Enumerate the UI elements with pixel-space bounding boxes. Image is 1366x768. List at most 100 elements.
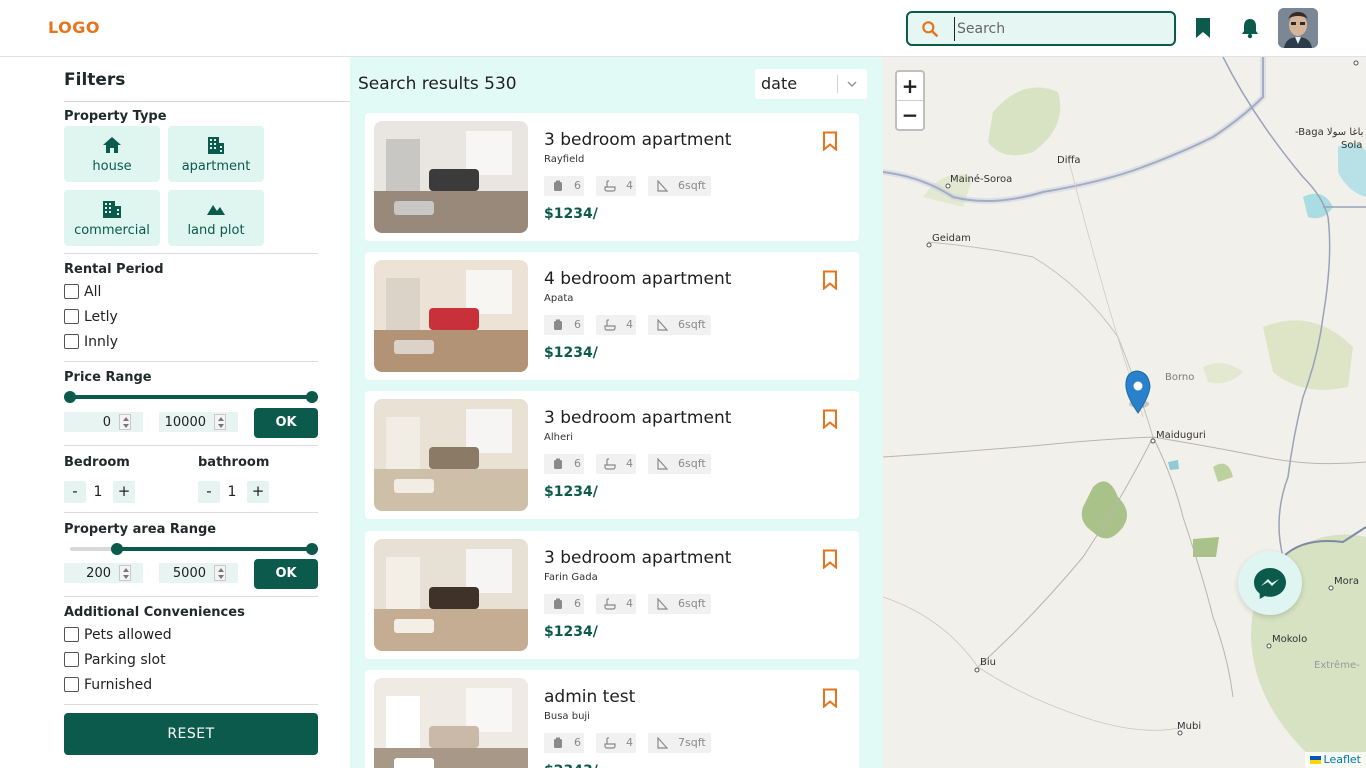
property-price: $1234/ [544,484,598,500]
price-min-input[interactable]: 0 [64,412,143,432]
bookmark-icon[interactable] [822,131,838,151]
bedrooms-badge: 6 [544,454,584,474]
map-attribution[interactable]: Leaflet [1304,752,1366,768]
property-card[interactable]: 3 bedroom apartment Rayfield 6 4 6sqft $… [365,113,859,241]
bathroom-value: 1 [227,484,237,500]
property-image[interactable] [374,260,528,372]
bedroom-minus-button[interactable]: - [64,481,86,503]
divider [64,512,318,513]
area-range-slider[interactable] [117,547,312,551]
area-max-handle[interactable] [306,543,318,555]
filters-panel: Filters Property Type house apartment co… [0,57,350,768]
sort-select[interactable]: date [755,69,867,99]
bookmark-icon[interactable] [1193,17,1213,39]
area-min-input[interactable]: 200 [64,563,143,583]
property-title[interactable]: 3 bedroom apartment [544,548,731,568]
zoom-in-button[interactable]: + [897,72,923,100]
property-title[interactable]: 4 bedroom apartment [544,269,731,289]
bed-icon [554,737,562,748]
divider [64,596,318,597]
map-label: Sola [1341,140,1363,151]
bell-icon[interactable] [1240,17,1260,39]
property-title[interactable]: 3 bedroom apartment [544,130,731,150]
bookmark-icon[interactable] [822,549,838,569]
price-min-handle[interactable] [64,391,76,403]
map-label: Mubi [1177,721,1202,732]
property-card[interactable]: 3 bedroom apartment Alheri 6 4 6sqft $12… [365,391,859,519]
property-title[interactable]: 3 bedroom apartment [544,408,731,428]
area-min-handle[interactable] [111,543,123,555]
map[interactable]: + − Diffa Mainé-Soroa Geidam Borno Maidu… [883,57,1366,768]
logo[interactable]: LOGO [48,18,100,37]
messenger-icon [1254,568,1286,599]
bathroom-plus-button[interactable]: + [247,481,269,503]
bathrooms-badge: 4 [596,315,636,335]
property-image[interactable] [374,121,528,233]
map-label: Diffa [1057,155,1081,166]
price-ok-button[interactable]: OK [254,408,318,438]
area-badge: 6sqft [648,454,711,474]
spinner[interactable] [214,414,226,430]
results-title: Search results 530 [358,74,517,94]
bedrooms-value: 6 [574,179,581,192]
map-tiles[interactable] [883,57,1366,768]
area-value: 6sqft [678,179,706,192]
bedroom-title: Bedroom [64,455,130,470]
area-max-input[interactable]: 5000 [159,563,238,583]
zoom-out-button[interactable]: − [897,101,923,129]
avatar[interactable] [1278,8,1318,48]
checkbox[interactable] [64,334,79,349]
map-label: -Baga باغا سولا [1295,127,1364,138]
checkbox[interactable] [64,652,79,667]
chevron-down-icon[interactable] [845,77,859,91]
price-max-input[interactable]: 10000 [159,412,238,432]
reset-button[interactable]: RESET [64,713,318,755]
price-max-handle[interactable] [306,391,318,403]
property-type-land-plot[interactable]: land plot [168,190,264,246]
bath-icon [604,458,616,470]
area-max-value: 5000 [172,566,206,581]
checkbox-label: Furnished [84,677,153,693]
price-range-slider[interactable] [70,395,312,399]
property-card[interactable]: 4 bedroom apartment Apata 6 4 6sqft $123… [365,252,859,380]
bedroom-plus-button[interactable]: + [113,481,135,503]
area-ok-button[interactable]: OK [254,559,318,589]
area-icon [657,319,668,331]
attribution-link[interactable]: Leaflet [1324,753,1361,766]
bathroom-minus-button[interactable]: - [198,481,220,503]
top-header: LOGO [0,0,1366,57]
property-title[interactable]: admin test [544,687,635,707]
checkbox[interactable] [64,677,79,692]
bed-icon [554,598,562,609]
bathrooms-badge: 4 [596,176,636,196]
property-card[interactable]: admin test Busa buji 6 4 7sqft $2343/ [365,670,859,768]
checkbox-label: Pets allowed [84,627,172,643]
property-location: Alheri [544,432,573,443]
area-icon [657,737,668,749]
checkbox-label: Parking slot [84,652,166,668]
checkbox[interactable] [64,284,79,299]
area-badge: 6sqft [648,176,711,196]
property-image[interactable] [374,678,528,768]
checkbox[interactable] [64,627,79,642]
bath-icon [604,598,616,610]
checkbox[interactable] [64,309,79,324]
search-input[interactable] [954,17,1164,41]
bookmark-icon[interactable] [822,688,838,708]
messenger-button[interactable] [1238,551,1302,615]
map-label: Mora [1334,576,1359,587]
bookmark-icon[interactable] [822,409,838,429]
bookmark-icon[interactable] [822,270,838,290]
search-box[interactable] [906,11,1176,46]
spinner[interactable] [119,414,131,430]
apartment-icon [208,137,224,154]
spinner[interactable] [119,565,131,581]
property-card[interactable]: 3 bedroom apartment Farin Gada 6 4 6sqft… [365,531,859,659]
search-icon[interactable] [920,19,940,39]
property-type-house[interactable]: house [64,126,160,182]
property-type-apartment[interactable]: apartment [168,126,264,182]
property-image[interactable] [374,539,528,651]
spinner[interactable] [214,565,226,581]
property-image[interactable] [374,399,528,511]
property-type-commercial[interactable]: commercial [64,190,160,246]
